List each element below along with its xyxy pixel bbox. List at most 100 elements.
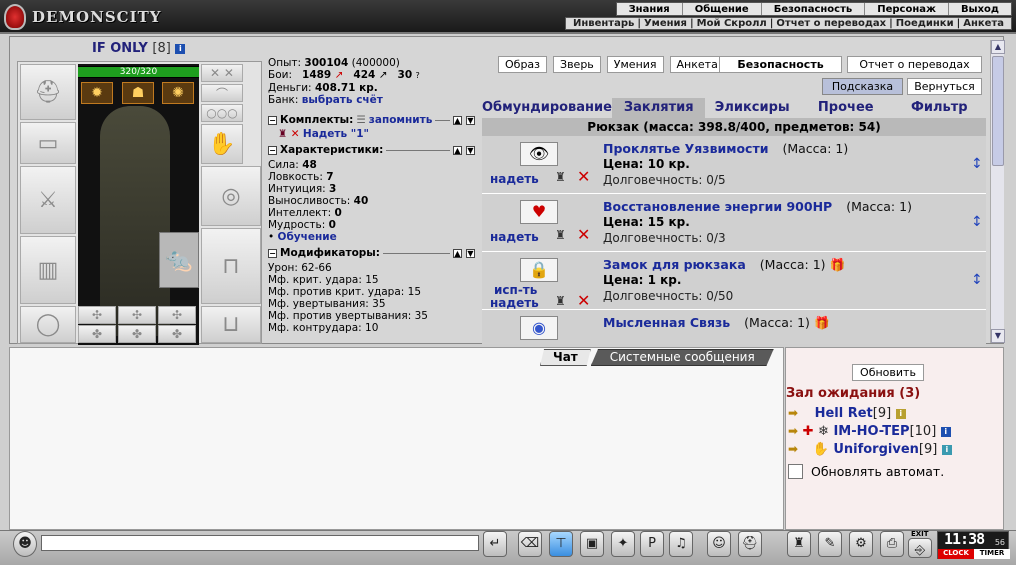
rune-slot-2-icon[interactable]: ✣ [118, 306, 156, 324]
item-name[interactable]: Замок для рюкзака [603, 257, 746, 272]
scroll-up-icon[interactable]: ▲ [991, 40, 1005, 54]
submenu-transfers[interactable]: Отчет о переводах [773, 18, 889, 29]
scroll-icon[interactable]: ✎ [818, 531, 842, 557]
info-icon[interactable]: i [175, 43, 186, 54]
fight-icon[interactable]: ✦ [611, 531, 635, 557]
scroll-down-icon[interactable]: ▼ [991, 329, 1005, 343]
tab-filter[interactable]: Фильтр [893, 98, 987, 118]
item-name[interactable]: Восстановление энергии 900HP [603, 199, 832, 214]
shirt-icon[interactable]: ♜ [555, 228, 566, 242]
pet-icon[interactable]: 🐀 [159, 232, 199, 288]
player-name[interactable]: Uniforgiven [833, 442, 919, 457]
tab-elixirs[interactable]: Эликсиры [705, 98, 799, 118]
eraser-icon[interactable]: ⌫ [518, 531, 542, 557]
printer-icon[interactable]: ⎙ [880, 531, 904, 557]
weapon-slot-icon[interactable]: ⚔ [20, 166, 76, 234]
set-wear-link[interactable]: Надеть "1" [303, 128, 369, 140]
tab-equipment[interactable]: Обмундирование [482, 98, 612, 118]
info-icon[interactable]: i [940, 426, 951, 437]
chars-up-icon[interactable]: ▲ [453, 145, 462, 155]
wear-link[interactable]: надеть [490, 172, 539, 186]
collapse-mods-icon[interactable]: − [268, 248, 277, 258]
set-delete-icon[interactable]: ✕ [291, 128, 300, 140]
tools-icon[interactable]: ⚙ [849, 531, 873, 557]
delete-icon[interactable]: ✕ [577, 291, 590, 310]
clock-mode-timer[interactable]: TIMER [974, 549, 1010, 559]
chat-input[interactable] [41, 535, 479, 551]
character-name[interactable]: IF ONLY [8] i [92, 41, 186, 56]
mods-up-icon[interactable]: ▲ [453, 248, 462, 258]
tab-chat[interactable]: Чат [540, 349, 591, 366]
send-icon[interactable]: ↵ [483, 531, 507, 557]
character-nick[interactable]: IF ONLY [92, 41, 148, 56]
delete-icon[interactable]: ✕ [577, 225, 590, 244]
tab-system-messages[interactable]: Системные сообщения [590, 349, 774, 366]
shield-slot-icon[interactable]: ◎ [201, 166, 261, 226]
effect-armor-icon[interactable]: ✺ [162, 82, 194, 104]
checkbox-box[interactable] [788, 464, 803, 479]
main-scrollbar[interactable]: ▲ ▼ [990, 40, 1005, 343]
obraz-button[interactable]: Образ [498, 56, 548, 73]
avatar[interactable]: 320/320 ✹ ☗ ✺ 🐀 [78, 64, 199, 345]
submenu-scroll[interactable]: Мой Скролл [694, 18, 770, 29]
belt-slot-icon[interactable]: ◯ [20, 306, 76, 343]
tab-other[interactable]: Прочее [799, 98, 893, 118]
auto-refresh-checkbox[interactable]: Обновлять автомат. [788, 464, 944, 479]
menu-exit[interactable]: Выход [947, 3, 1011, 15]
sound-icon[interactable]: ♫ [669, 531, 693, 557]
clock-mode-clock[interactable]: CLOCK [938, 549, 974, 559]
rune-slot-1-icon[interactable]: ✣ [78, 306, 116, 324]
menu-knowledge[interactable]: Знания [617, 3, 682, 15]
gloves-slot-icon[interactable]: ✋ [201, 124, 243, 164]
helmet-icon[interactable]: ⛑ [738, 531, 762, 557]
exit-door-icon[interactable]: ⎆ [908, 538, 932, 558]
lock-scroll-icon[interactable]: 🔒 [520, 258, 558, 282]
effect-demon-icon[interactable]: ☗ [122, 82, 154, 104]
info-icon[interactable]: i [941, 444, 952, 455]
training-link[interactable]: • Обучение [268, 231, 478, 243]
scroll-thumb[interactable] [992, 56, 1004, 166]
sets-down-icon[interactable]: ▼ [466, 115, 475, 125]
bag-icon[interactable]: ♜ [787, 531, 811, 557]
filter-icon[interactable]: ⊤ [549, 531, 573, 557]
shirt-icon[interactable]: ♜ [555, 294, 566, 308]
amulet-slot-icon[interactable]: ⌒ [201, 84, 243, 102]
submenu-profile[interactable]: Анкета [960, 18, 1007, 29]
rune-slot-3-icon[interactable]: ✣ [158, 306, 196, 324]
mods-down-icon[interactable]: ▼ [466, 248, 475, 258]
effect-fire-icon[interactable]: ✹ [81, 82, 113, 104]
smiley-head-icon[interactable]: ☻ [13, 531, 37, 557]
tab-spells[interactable]: Заклятия [611, 98, 706, 118]
sets-up-icon[interactable]: ▲ [453, 115, 462, 125]
player-name[interactable]: IM-HO-TEP [833, 424, 909, 439]
collapse-chars-icon[interactable]: − [268, 145, 277, 155]
menu-character[interactable]: Персонаж [864, 3, 948, 15]
submenu-inventory[interactable]: Инвентарь [570, 18, 637, 29]
player-name[interactable]: Hell Ret [815, 406, 873, 421]
rules-icon[interactable]: P [640, 531, 664, 557]
private-arrow-icon[interactable]: ➡ [788, 406, 798, 420]
beast-button[interactable]: Зверь [553, 56, 601, 73]
menu-security[interactable]: Безопасность [760, 3, 865, 15]
chat-area[interactable] [9, 347, 784, 530]
eye-scroll-icon[interactable]: 👁 [520, 142, 558, 166]
hint-button[interactable]: Подсказка [822, 78, 903, 95]
refresh-button[interactable]: Обновить [852, 364, 924, 381]
sets-remember-link[interactable]: запомнить [369, 114, 433, 126]
transfers-button[interactable]: Отчет о переводах [847, 56, 982, 73]
item-name[interactable]: Мысленная Связь [603, 315, 730, 330]
move-arrows-icon[interactable]: ↕ [971, 214, 983, 230]
info-icon[interactable]: i [895, 408, 906, 419]
earrings-slot-icon[interactable]: ✕ ✕ [201, 64, 243, 82]
back-button[interactable]: Вернуться [907, 78, 982, 95]
spell-slot-1-icon[interactable]: ✤ [78, 325, 116, 343]
armor-slot-icon[interactable]: ▥ [20, 236, 76, 304]
spell-slot-2-icon[interactable]: ✤ [118, 325, 156, 343]
private-arrow-icon[interactable]: ➡ [788, 424, 798, 438]
wear-link[interactable]: надеть [490, 230, 539, 244]
rings-slot-icon[interactable]: ○○○ [201, 104, 243, 122]
menu-communication[interactable]: Общение [681, 3, 761, 15]
legs-slot-icon[interactable]: ⊓ [201, 228, 261, 304]
move-arrows-icon[interactable]: ↕ [971, 272, 983, 288]
use-link[interactable]: исп-ть [494, 283, 537, 297]
